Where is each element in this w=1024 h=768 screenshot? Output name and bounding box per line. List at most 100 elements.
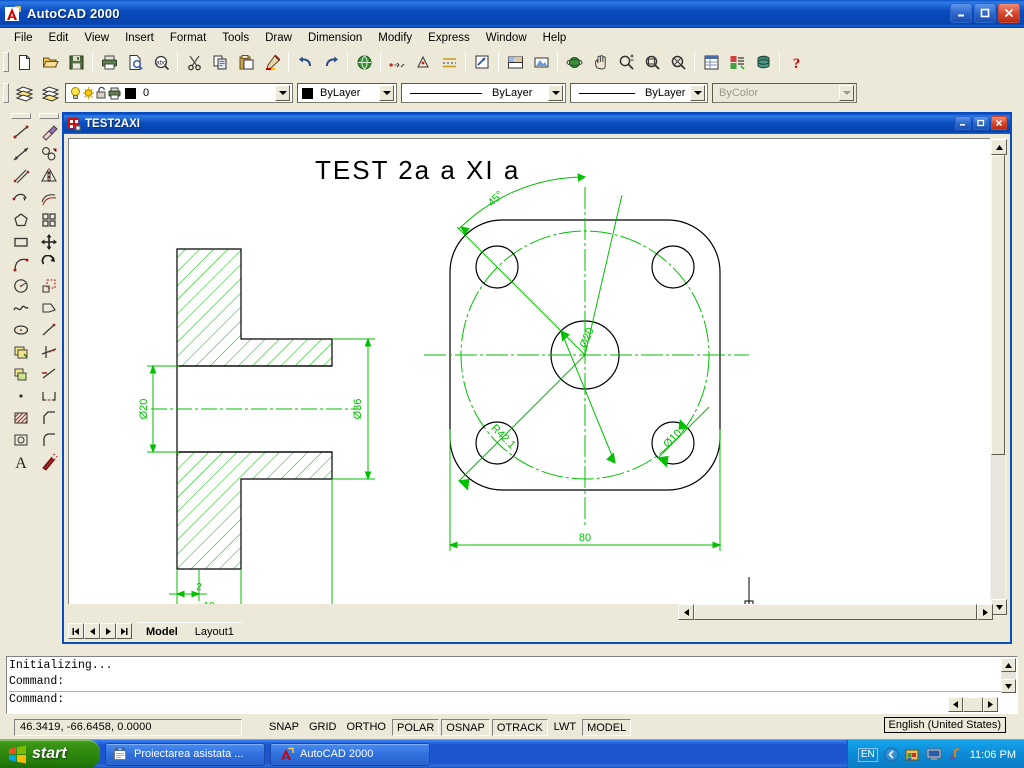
- print-icon[interactable]: [97, 51, 121, 73]
- copy-object-icon[interactable]: [37, 143, 61, 165]
- dbconnect-icon[interactable]: [751, 51, 775, 73]
- polyline-icon[interactable]: [9, 187, 33, 209]
- menu-help[interactable]: Help: [535, 30, 575, 46]
- open-icon[interactable]: [38, 51, 62, 73]
- start-button[interactable]: start: [0, 740, 100, 768]
- menu-file[interactable]: File: [6, 30, 41, 46]
- horizontal-scroll-thumb[interactable]: [694, 604, 977, 620]
- design-center-icon[interactable]: [725, 51, 749, 73]
- multiline-icon[interactable]: [9, 165, 33, 187]
- match-properties-icon[interactable]: [260, 51, 284, 73]
- lengthen-icon[interactable]: [37, 319, 61, 341]
- scale-icon[interactable]: [37, 275, 61, 297]
- color-combo[interactable]: ByLayer: [297, 83, 397, 103]
- menu-format[interactable]: Format: [162, 30, 214, 46]
- first-tab-icon[interactable]: [68, 623, 84, 639]
- status-toggle-snap[interactable]: SNAP: [265, 719, 303, 736]
- mirror-icon[interactable]: [37, 165, 61, 187]
- menu-modify[interactable]: Modify: [370, 30, 420, 46]
- freeze-sun-icon[interactable]: [82, 86, 95, 100]
- toolbar-grip[interactable]: [11, 113, 31, 119]
- menu-express[interactable]: Express: [420, 30, 478, 46]
- maximize-icon[interactable]: [974, 3, 996, 23]
- chevron-down-icon[interactable]: [379, 85, 394, 101]
- status-toggle-osnap[interactable]: OSNAP: [441, 719, 490, 736]
- close-icon[interactable]: [998, 3, 1020, 23]
- undo-icon[interactable]: [293, 51, 317, 73]
- scroll-right-icon[interactable]: [983, 697, 998, 712]
- trim-icon[interactable]: [37, 341, 61, 363]
- chevron-down-icon[interactable]: [548, 85, 563, 101]
- network-icon[interactable]: [926, 747, 942, 762]
- zoom-realtime-icon[interactable]: [614, 51, 638, 73]
- scroll-up-icon[interactable]: [991, 139, 1007, 155]
- minimize-icon[interactable]: [950, 3, 972, 23]
- menu-window[interactable]: Window: [478, 30, 535, 46]
- scroll-left-icon[interactable]: [948, 697, 963, 712]
- redo-icon[interactable]: [319, 51, 343, 73]
- canvas-vertical-scrollbar[interactable]: [990, 138, 1006, 616]
- toolbar-grip[interactable]: [3, 83, 9, 103]
- help-icon[interactable]: ?: [784, 51, 808, 73]
- linetype-combo[interactable]: ByLayer: [401, 83, 566, 103]
- command-vertical-scrollbar[interactable]: [1001, 658, 1016, 693]
- multiline-text-icon[interactable]: A: [9, 451, 33, 473]
- cut-icon[interactable]: [182, 51, 206, 73]
- find-replace-icon[interactable]: abc: [149, 51, 173, 73]
- menu-tools[interactable]: Tools: [214, 30, 257, 46]
- scroll-down-icon[interactable]: [1001, 679, 1016, 693]
- erase-icon[interactable]: [37, 121, 61, 143]
- lineweight-combo[interactable]: ByLayer: [570, 83, 708, 103]
- status-toggle-otrack[interactable]: OTRACK: [492, 719, 548, 736]
- stretch-icon[interactable]: [37, 297, 61, 319]
- menu-edit[interactable]: Edit: [41, 30, 77, 46]
- break-icon[interactable]: [37, 385, 61, 407]
- region-icon[interactable]: [9, 429, 33, 451]
- copy-icon[interactable]: [208, 51, 232, 73]
- coordinate-display[interactable]: 46.3419, -66.6458, 0.0000: [14, 719, 242, 736]
- language-indicator[interactable]: English (United States): [884, 717, 1007, 733]
- command-horizontal-scrollbar[interactable]: [948, 697, 1016, 712]
- menu-dimension[interactable]: Dimension: [300, 30, 370, 46]
- lightbulb-on-icon[interactable]: [69, 86, 82, 100]
- menu-draw[interactable]: Draw: [257, 30, 300, 46]
- restore-icon[interactable]: [973, 116, 989, 130]
- taskbar-item-word[interactable]: W Proiectarea asistata ...: [105, 743, 265, 766]
- scroll-down-icon[interactable]: [991, 599, 1007, 615]
- zoom-previous-icon[interactable]: [666, 51, 690, 73]
- chevron-down-icon[interactable]: [275, 85, 290, 101]
- ellipse-icon[interactable]: [9, 319, 33, 341]
- print-preview-icon[interactable]: [123, 51, 147, 73]
- rotate-icon[interactable]: [37, 253, 61, 275]
- messenger-icon[interactable]: [884, 747, 899, 762]
- prev-tab-icon[interactable]: [84, 623, 100, 639]
- toolbar-grip[interactable]: [39, 113, 59, 119]
- command-window[interactable]: Initializing... Command: Command:: [6, 656, 1018, 714]
- offset-icon[interactable]: [37, 187, 61, 209]
- pan-realtime-icon[interactable]: [529, 51, 553, 73]
- scroll-right-icon[interactable]: [977, 604, 993, 620]
- last-tab-icon[interactable]: [116, 623, 132, 639]
- vertical-scroll-thumb[interactable]: [991, 155, 1005, 455]
- layer-combo[interactable]: 0: [65, 83, 293, 103]
- tray-clock[interactable]: 11:06 PM: [970, 749, 1016, 761]
- make-object-layer-current-icon[interactable]: [38, 82, 62, 104]
- make-block-icon[interactable]: [9, 363, 33, 385]
- rectangle-icon[interactable]: [9, 231, 33, 253]
- paste-icon[interactable]: [234, 51, 258, 73]
- construction-line-icon[interactable]: [9, 143, 33, 165]
- named-views-icon[interactable]: [503, 51, 527, 73]
- new-icon[interactable]: [12, 51, 36, 73]
- status-toggle-lwt[interactable]: LWT: [550, 719, 580, 736]
- move-icon[interactable]: [37, 231, 61, 253]
- status-toggle-ortho[interactable]: ORTHO: [342, 719, 390, 736]
- ucs-previous-icon[interactable]: [411, 51, 435, 73]
- properties-icon[interactable]: [699, 51, 723, 73]
- spline-icon[interactable]: [9, 297, 33, 319]
- unlock-icon[interactable]: [95, 86, 108, 100]
- status-toggle-polar[interactable]: POLAR: [392, 719, 439, 736]
- minimize-icon[interactable]: [955, 116, 971, 130]
- fillet-icon[interactable]: [37, 429, 61, 451]
- next-tab-icon[interactable]: [100, 623, 116, 639]
- save-icon[interactable]: [64, 51, 88, 73]
